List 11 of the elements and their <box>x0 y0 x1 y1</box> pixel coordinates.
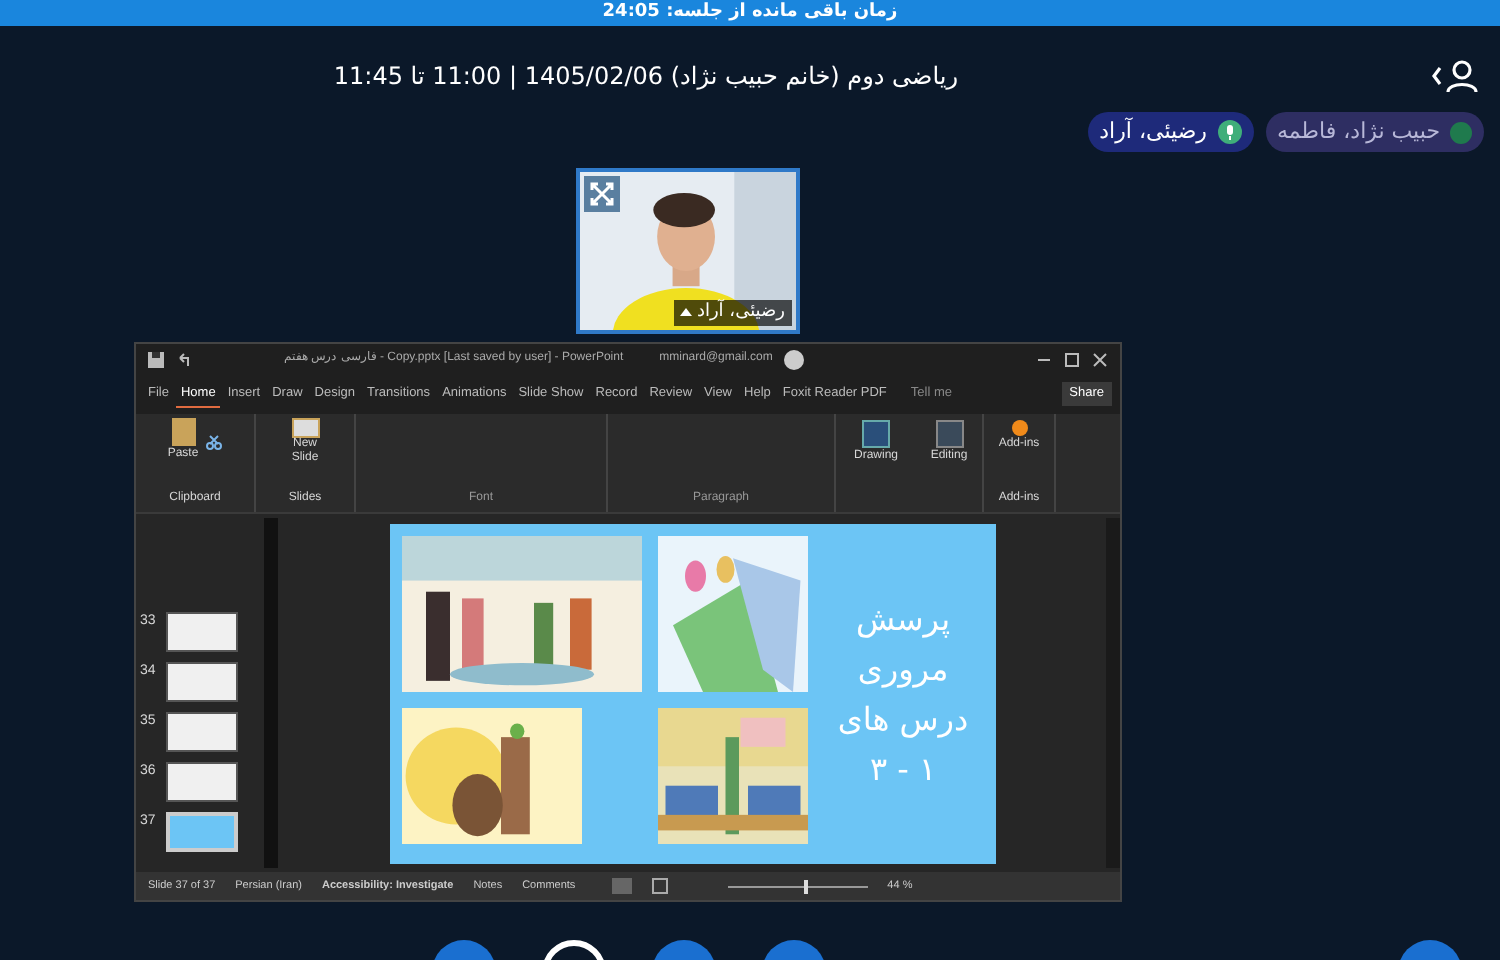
participant-chip[interactable]: رضیئی، آراد <box>1087 112 1253 152</box>
banner-text: زمان باقی مانده از جلسه: 24:05 <box>602 4 898 22</box>
slide-text: پرسش <box>855 597 951 642</box>
participant-chip[interactable]: حبیب نژاد، فاطمه <box>1265 112 1484 152</box>
slide-text: مروری <box>857 647 949 692</box>
video-name: رضیئی، آراد <box>696 299 785 325</box>
participant-name: حبیب نژاد، فاطمه <box>1277 115 1440 148</box>
slide-text: درس های <box>837 697 969 742</box>
session-title: ریاضی دوم (خانم حبیب نژاد) 1405/02/06 | 11:00 تا 11:45 <box>333 59 958 93</box>
participant-name: رضیئی، آراد <box>1099 115 1207 148</box>
slide-text: ۱ - ۳ <box>869 747 937 791</box>
